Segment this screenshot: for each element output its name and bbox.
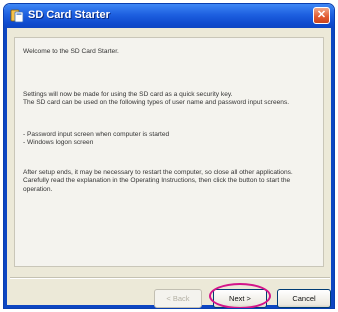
button-separator (10, 277, 330, 279)
window-title: SD Card Starter (28, 9, 110, 21)
window-frame-left (4, 28, 7, 308)
back-button[interactable]: < Back (154, 289, 202, 308)
intro-text: Settings will now be made for using the … (23, 91, 290, 107)
close-icon: ✕ (316, 9, 327, 21)
next-button-highlight-ellipse (209, 283, 271, 308)
instructions-text: After setup ends, it may be necessary to… (23, 169, 293, 193)
cancel-button[interactable]: Cancel (277, 289, 331, 308)
screen-types-list: - Password input screen when computer is… (23, 131, 170, 147)
title-bar[interactable]: SD Card Starter ✕ (4, 4, 334, 28)
sd-card-starter-window: SD Card Starter ✕ Welcome to the SD Card… (3, 3, 335, 309)
close-button[interactable]: ✕ (313, 7, 330, 24)
sd-card-icon (10, 9, 24, 23)
welcome-text: Welcome to the SD Card Starter. (23, 48, 119, 55)
window-frame-right (331, 28, 334, 308)
content-panel: Welcome to the SD Card Starter. Settings… (14, 37, 324, 267)
